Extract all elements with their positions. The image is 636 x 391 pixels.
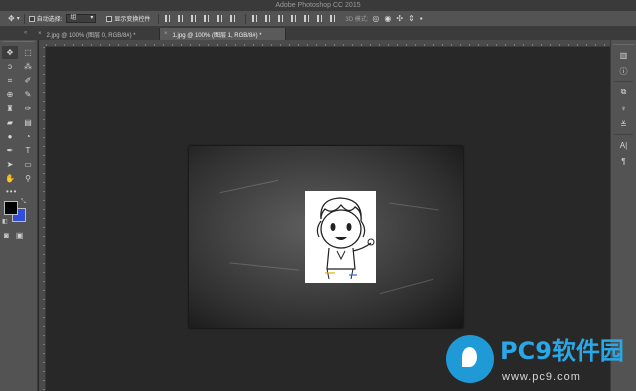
document-tabs: « × 2.jpg @ 100% (图层 0, RGB/8#) * × 1.jp… [0, 27, 636, 40]
gradient-icon[interactable]: ▤ [20, 116, 36, 129]
chalk-mark [229, 262, 299, 271]
app-title: Adobe Photoshop CC 2015 [275, 2, 361, 9]
align-hcenter-icon[interactable] [215, 14, 224, 23]
collapse-panels-icon[interactable]: « [0, 27, 34, 40]
crop-icon[interactable]: ⌗ [2, 74, 18, 87]
lasso-icon[interactable]: ↄ [2, 60, 18, 73]
default-colors-icon[interactable]: ◧ [2, 218, 8, 225]
screen-mode-icon[interactable]: ▣ [16, 231, 24, 240]
swap-colors-icon[interactable]: ⤡ [21, 199, 26, 206]
blur-icon[interactable]: ● [2, 130, 18, 143]
eraser-icon[interactable]: ▰ [2, 116, 18, 129]
close-icon[interactable]: × [38, 31, 42, 37]
separator [23, 13, 25, 24]
3d-mode-label: 3D 模式: [345, 17, 369, 23]
3d-scale-icon[interactable]: ▪ [420, 14, 423, 23]
shape-icon[interactable]: ▭ [20, 158, 36, 171]
character-icon[interactable]: A| [615, 139, 633, 151]
tab-label: 2.jpg @ 100% (图层 0, RGB/8#) * [46, 32, 136, 39]
stamp-icon[interactable]: ♜ [2, 102, 18, 115]
tab-document-2[interactable]: × 2.jpg @ 100% (图层 0, RGB/8#) * [34, 28, 160, 40]
distribute-hcenter-icon[interactable] [302, 14, 311, 23]
align-right-icon[interactable] [228, 14, 237, 23]
ruler-origin[interactable] [39, 40, 46, 47]
mode-buttons: ◙ ▣ [0, 231, 37, 240]
show-transform-option[interactable]: 显示变换控件 [106, 14, 150, 23]
character-layer[interactable] [305, 191, 376, 283]
3d-rotate-icon[interactable]: ◎ [372, 14, 379, 23]
align-vcenter-icon[interactable] [176, 14, 185, 23]
show-transform-label: 显示变换控件 [114, 17, 151, 23]
watermark-url: www.pc9.com [502, 371, 581, 383]
chalk-mark [389, 202, 439, 211]
tools-grid: ✥ ⬚ ↄ ⁂ ⌗ ✐ ⊕ ✎ ♜ ✑ ▰ ▤ ● ◔ ✒ T ➤ ▭ ✋ ⚲ [0, 46, 37, 185]
move-tool-icon[interactable]: ✥ [8, 14, 15, 23]
panel-separator [614, 134, 633, 135]
distribute-left-icon[interactable] [289, 14, 298, 23]
close-icon[interactable]: × [164, 31, 168, 37]
brush-panel-icon[interactable]: ♆ [615, 102, 633, 114]
cartoon-girl-image [316, 197, 375, 280]
marquee-icon[interactable]: ⬚ [20, 46, 36, 59]
move-icon[interactable]: ✥ [2, 46, 18, 59]
tab-document-1[interactable]: × 1.jpg @ 100% (图层 1, RGB/8#) * [160, 28, 286, 40]
color-swatches: ⤡ ◧ [0, 199, 37, 229]
tab-label: 1.jpg @ 100% (图层 1, RGB/8#) * [172, 32, 262, 39]
adjustments-icon[interactable]: ≚ [615, 118, 633, 130]
3d-drag-icon[interactable]: ✣ [396, 14, 403, 23]
zoom-icon[interactable]: ⚲ [20, 172, 36, 185]
distribute-bottom-icon[interactable] [276, 14, 285, 23]
properties-icon[interactable]: ⧉ [615, 86, 633, 98]
chalk-mark [219, 179, 279, 194]
horizontal-ruler[interactable] [46, 40, 610, 47]
separator [245, 13, 247, 24]
foreground-color-swatch[interactable] [4, 201, 18, 215]
magic-wand-icon[interactable]: ⁂ [20, 60, 36, 73]
auto-select-label: 自动选择: [36, 17, 63, 23]
3d-roll-icon[interactable]: ◉ [384, 14, 391, 23]
tool-preset-dropdown-icon[interactable]: ▾ [17, 15, 20, 23]
panel-grip[interactable] [3, 41, 34, 45]
separator [158, 13, 160, 24]
paragraph-icon[interactable]: ¶ [615, 155, 633, 167]
document-canvas[interactable] [189, 146, 463, 328]
distribute-top-icon[interactable] [250, 14, 259, 23]
auto-select-checkbox[interactable] [28, 15, 35, 22]
hand-icon[interactable]: ✋ [2, 172, 18, 185]
watermark-brand: PC9软件园 [500, 337, 624, 365]
title-bar: Adobe Photoshop CC 2015 [0, 0, 636, 11]
chalk-mark [379, 278, 434, 295]
path-select-icon[interactable]: ➤ [2, 158, 18, 171]
vertical-ruler[interactable] [39, 47, 46, 391]
histogram-icon[interactable]: ▥ [615, 49, 633, 61]
tools-panel: ✥ ⬚ ↄ ⁂ ⌗ ✐ ⊕ ✎ ♜ ✑ ▰ ▤ ● ◔ ✒ T ➤ ▭ ✋ ⚲ ••• ⤡ ◧ ◙ ▣ [0, 40, 38, 391]
quick-mask-icon[interactable]: ◙ [4, 231, 9, 240]
history-brush-icon[interactable]: ✑ [20, 102, 36, 115]
options-bar: ✥ ▾ 自动选择: 组 显示变换控件 3D 模式: ◎ ◉ ✣ ⇕ ▪ [0, 11, 636, 27]
type-icon[interactable]: T [20, 144, 36, 157]
eyedropper-icon[interactable]: ✐ [20, 74, 36, 87]
brush-icon[interactable]: ✎ [20, 88, 36, 101]
align-left-icon[interactable] [202, 14, 211, 23]
edit-toolbar-icon[interactable]: ••• [6, 187, 37, 196]
auto-select-option[interactable]: 自动选择: [28, 14, 63, 23]
auto-select-dropdown[interactable]: 组 [66, 14, 97, 23]
dodge-icon[interactable]: ◔ [20, 130, 36, 143]
auto-align-icon[interactable] [328, 14, 337, 23]
panel-icons: ▥ ⓘ ⧉ ♆ ≚ A| ¶ [611, 49, 636, 167]
info-icon[interactable]: ⓘ [615, 65, 633, 77]
pc9-logo-icon [446, 335, 494, 383]
distribute-vcenter-icon[interactable] [263, 14, 272, 23]
healing-icon[interactable]: ⊕ [2, 88, 18, 101]
align-top-icon[interactable] [163, 14, 172, 23]
panel-grip[interactable] [613, 40, 634, 45]
site-watermark: PC9软件园 www.pc9.com [446, 333, 632, 389]
pen-icon[interactable]: ✒ [2, 144, 18, 157]
panel-separator [614, 81, 633, 82]
align-bottom-icon[interactable] [189, 14, 198, 23]
show-transform-checkbox[interactable] [106, 15, 113, 22]
3d-slide-icon[interactable]: ⇕ [408, 14, 415, 23]
distribute-right-icon[interactable] [315, 14, 324, 23]
